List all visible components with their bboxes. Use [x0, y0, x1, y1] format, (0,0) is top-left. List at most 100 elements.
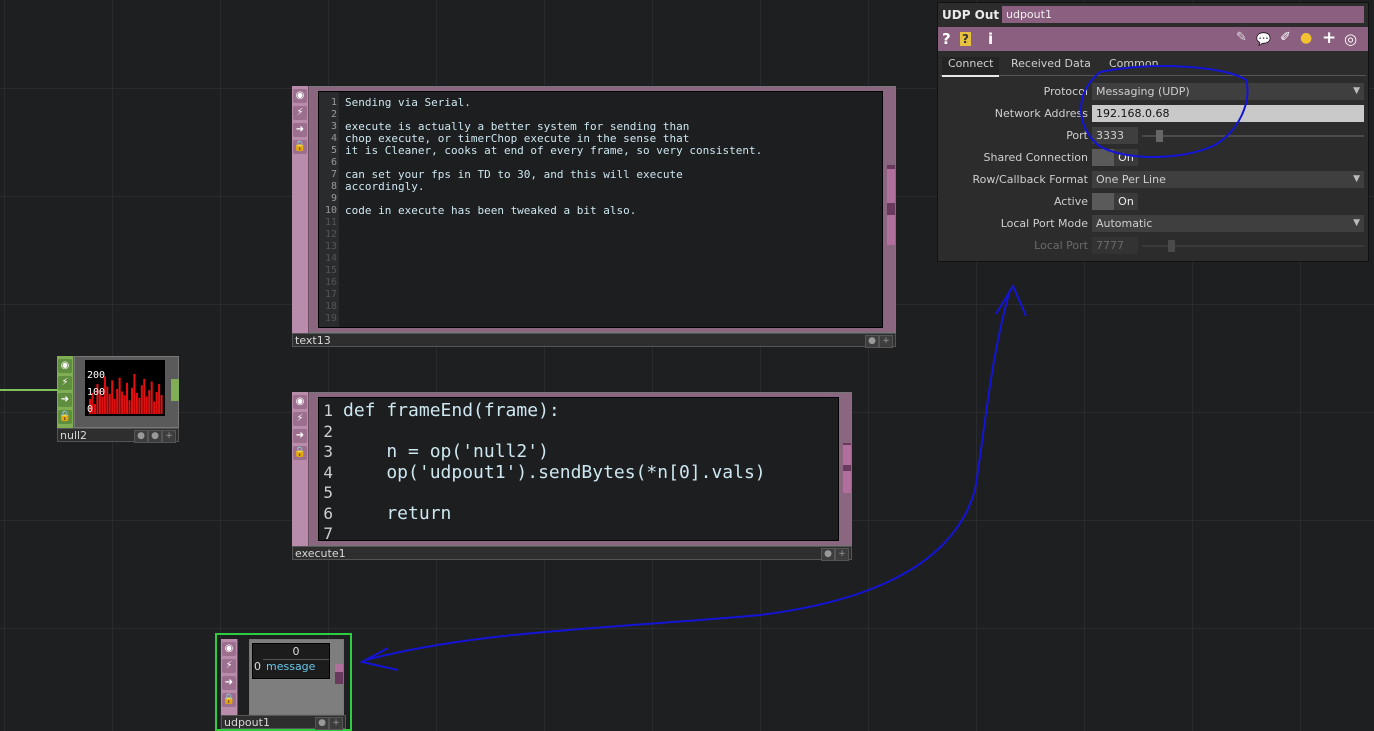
udpout1-viewer[interactable]: 0 0 message — [249, 639, 344, 715]
output-connector[interactable] — [171, 379, 179, 401]
tab-received-data[interactable]: Received Data — [1011, 57, 1091, 70]
viewer-flag-icon[interactable]: ◉ — [293, 89, 307, 103]
toggle-state: On — [1114, 149, 1138, 166]
port-field[interactable]: 3333 — [1092, 127, 1138, 144]
viewer-active-icon[interactable]: ● — [821, 548, 835, 561]
expand-icon[interactable]: + — [329, 717, 343, 730]
scrollbar[interactable] — [887, 165, 895, 245]
line-number: 4 — [330, 133, 337, 144]
tab-common[interactable]: Common — [1109, 57, 1159, 70]
operator-name-field[interactable]: udpout1 — [1002, 6, 1364, 23]
execute1-viewer[interactable]: 1 def frameEnd(frame): 2 3 n = op('null2') 4… — [309, 392, 852, 546]
scrollbar[interactable] — [335, 664, 343, 684]
line-number: 1 — [323, 401, 333, 420]
display-flag-icon[interactable]: ➜ — [293, 123, 307, 137]
viewer-active-icon[interactable]: ● — [134, 430, 148, 443]
channel-bar — [140, 385, 143, 414]
line-number: 16 — [324, 277, 337, 288]
node-flags: ◉ ⚡ ➜ 🔒 — [292, 392, 309, 546]
param-network-address: Network Address 192.168.0.68 — [938, 104, 1368, 124]
param-label: Port — [1066, 129, 1088, 142]
y-tick-label: 0 — [87, 404, 94, 415]
lock-flag-icon[interactable]: 🔒 — [222, 693, 236, 707]
code-line: 12 — [319, 229, 882, 241]
code-line: 7 — [319, 524, 838, 545]
execute1-code-editor[interactable]: 1 def frameEnd(frame): 2 3 n = op('null2') 4… — [318, 397, 839, 543]
lock-flag-icon[interactable]: 🔒 — [293, 446, 307, 460]
cook-icon[interactable]: ● — [148, 430, 162, 443]
channel-bar — [106, 386, 109, 414]
expand-icon[interactable]: + — [835, 548, 849, 561]
display-flag-icon[interactable]: ➜ — [58, 393, 72, 407]
bypass-flag-icon[interactable]: ⚡ — [293, 106, 307, 120]
channel-bar — [160, 395, 163, 414]
display-flag-icon[interactable]: ➜ — [222, 676, 236, 690]
node-label[interactable]: execute1 ● + — [292, 546, 852, 561]
lock-flag-icon[interactable]: 🔒 — [58, 410, 72, 424]
port-slider[interactable] — [1142, 130, 1364, 142]
expand-icon[interactable]: + — [879, 335, 893, 348]
protocol-dropdown[interactable]: Messaging (UDP) ▼ — [1092, 83, 1364, 100]
line-number: 14 — [324, 253, 337, 264]
line-number: 6 — [330, 157, 337, 168]
channel-bar — [143, 379, 146, 414]
channel-bar — [135, 392, 138, 414]
add-icon[interactable]: + — [1322, 28, 1336, 48]
viewer-active-icon[interactable]: ● — [315, 717, 329, 730]
code-line: 5 it is Cleaner, cooks at end of every fr… — [319, 145, 882, 157]
bypass-flag-icon[interactable]: ⚡ — [58, 376, 72, 390]
line-number: 9 — [330, 193, 337, 204]
python-help-icon[interactable]: ? — [960, 32, 971, 46]
shared-connection-toggle[interactable]: On — [1092, 149, 1138, 166]
node-label[interactable]: text13 ● + — [292, 333, 896, 348]
line-number: 5 — [323, 483, 333, 502]
slider-handle[interactable] — [1156, 130, 1163, 142]
viewer-flag-icon[interactable]: ◉ — [58, 359, 72, 373]
viewer-active-icon[interactable]: ● — [865, 335, 879, 348]
channel-bar — [130, 387, 133, 414]
target-icon[interactable]: ◎ — [1344, 30, 1357, 48]
docked-icon[interactable]: ✐ — [1280, 30, 1291, 45]
channel-bar — [128, 400, 131, 414]
line-number: 12 — [324, 229, 337, 240]
code-line: 10 code in execute has been tweaked a bit… — [319, 205, 882, 217]
viewer-flag-icon[interactable]: ◉ — [293, 395, 307, 409]
node-label[interactable]: null2 ● ● + — [57, 428, 179, 443]
line-text: it is Cleaner, cooks at end of every fra… — [345, 144, 763, 157]
code-line: 15 — [319, 265, 882, 277]
line-number: 10 — [324, 205, 337, 216]
active-toggle[interactable]: On — [1092, 193, 1138, 210]
channel-bar — [121, 391, 124, 414]
channel-graph: 200 100 0 — [85, 360, 165, 416]
udpout1-node[interactable]: ◉ ⚡ ➜ 🔒 0 0 message udpout1 ● + — [215, 633, 352, 731]
scrollbar[interactable] — [843, 443, 851, 493]
bypass-flag-icon[interactable]: ⚡ — [222, 659, 236, 673]
info-icon[interactable]: i — [988, 30, 993, 48]
row-callback-format-dropdown[interactable]: One Per Line ▼ — [1092, 171, 1364, 188]
python-icon[interactable]: ● — [1300, 30, 1312, 46]
bypass-flag-icon[interactable]: ⚡ — [293, 412, 307, 426]
text13-node[interactable]: ◉ ⚡ ➜ 🔒 1 Sending via Serial. 2 3 execute is… — [292, 86, 896, 348]
line-number: 3 — [323, 442, 333, 461]
line-text: accordingly. — [345, 180, 425, 193]
node-label[interactable]: udpout1 ● + — [221, 715, 346, 730]
text13-text-editor[interactable]: 1 Sending via Serial. 2 3 execute is actuall… — [318, 91, 883, 328]
table-header: 0 — [263, 645, 329, 660]
expand-icon[interactable]: + — [162, 430, 176, 443]
display-flag-icon[interactable]: ➜ — [293, 429, 307, 443]
comment-icon[interactable]: 💬 — [1256, 32, 1271, 46]
viewer-flag-icon[interactable]: ◉ — [222, 642, 236, 656]
parameter-panel[interactable]: UDP Out udpout1 ? ? i ✎ 💬 ✐ ● + ◎ Connec… — [937, 2, 1369, 262]
null2-node[interactable]: ◉ ⚡ ➜ 🔒 200 100 0 null2 ● ● + — [57, 356, 179, 443]
help-icon[interactable]: ? — [942, 30, 951, 48]
text13-viewer[interactable]: 1 Sending via Serial. 2 3 execute is actuall… — [309, 86, 896, 333]
edit-icon[interactable]: ✎ — [1236, 30, 1247, 45]
lock-flag-icon[interactable]: 🔒 — [293, 140, 307, 154]
local-port-mode-dropdown[interactable]: Automatic ▼ — [1092, 215, 1364, 232]
network-address-field[interactable]: 192.168.0.68 — [1092, 105, 1364, 122]
null2-viewer[interactable]: 200 100 0 — [74, 356, 179, 428]
param-label: Local Port — [1034, 239, 1088, 252]
tab-connect[interactable]: Connect — [942, 57, 1000, 77]
line-number: 8 — [330, 181, 337, 192]
execute1-node[interactable]: ◉ ⚡ ➜ 🔒 1 def frameEnd(frame): 2 3 n = op('… — [292, 392, 852, 561]
